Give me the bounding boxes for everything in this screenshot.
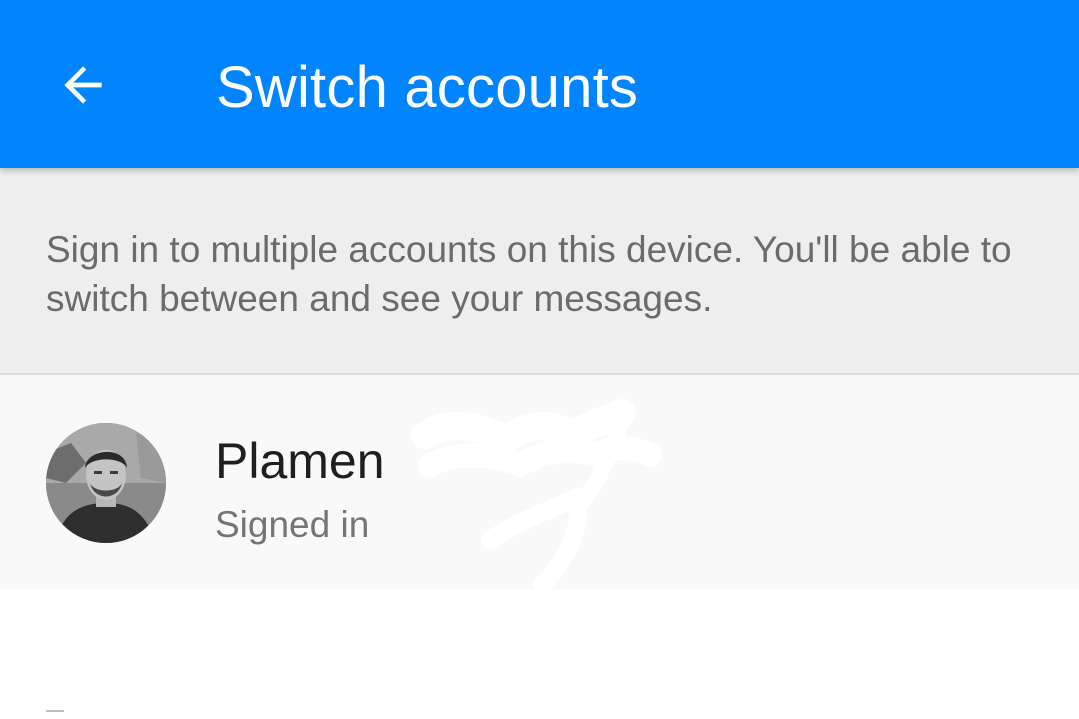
avatar (46, 423, 166, 543)
arrow-back-icon (55, 57, 111, 118)
back-button[interactable] (44, 48, 122, 126)
app-bar: Switch accounts (0, 0, 1079, 168)
redaction-scribble (411, 399, 662, 594)
account-name: Plamen (215, 433, 385, 489)
account-status: Signed in (215, 504, 370, 545)
info-panel: Sign in to multiple accounts on this dev… (0, 168, 1079, 375)
bottom-area (0, 589, 1079, 719)
edge-mark (46, 710, 64, 712)
page-title: Switch accounts (216, 55, 639, 120)
info-text: Sign in to multiple accounts on this dev… (46, 229, 1012, 319)
